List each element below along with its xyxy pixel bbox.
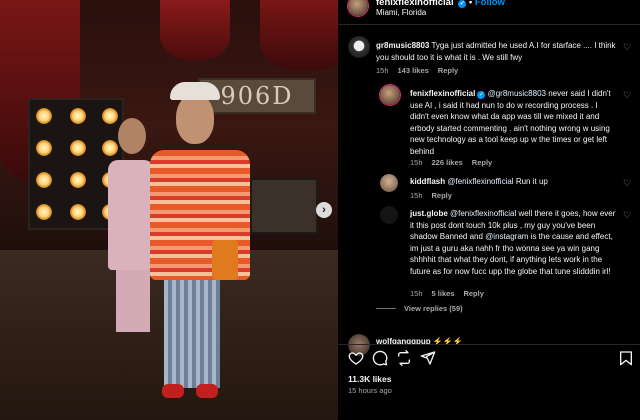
comment-username[interactable]: fenixflexinofficial bbox=[410, 89, 475, 98]
person-right-bag bbox=[212, 240, 238, 280]
comment-text: fenixflexinofficial ✓ @gr8music8803 never… bbox=[410, 89, 611, 156]
heart-icon[interactable]: ♡ bbox=[622, 42, 632, 52]
heart-icon[interactable]: ♡ bbox=[622, 210, 632, 220]
comment-username[interactable]: gr8music8803 bbox=[376, 41, 429, 50]
comment-username[interactable]: just.globe bbox=[410, 209, 448, 218]
curtain-top bbox=[160, 0, 230, 60]
comment-meta: 15h 143 likes Reply bbox=[376, 66, 459, 75]
author-avatar[interactable] bbox=[347, 0, 369, 17]
actions-divider bbox=[338, 344, 640, 345]
post-location[interactable]: Miami, Florida bbox=[376, 8, 426, 17]
bookmark-icon[interactable] bbox=[618, 350, 634, 366]
follow-button[interactable]: Follow bbox=[475, 0, 505, 8]
person-left-head bbox=[118, 118, 146, 154]
comment-likes[interactable]: 143 likes bbox=[398, 66, 429, 75]
comment-meta: 15h Reply bbox=[410, 191, 452, 200]
person-right-head bbox=[176, 94, 214, 144]
heart-icon[interactable]: ♡ bbox=[622, 178, 632, 188]
comment-icon[interactable] bbox=[372, 350, 388, 366]
header-divider bbox=[338, 24, 640, 25]
comment-meta: 15h 226 likes Reply bbox=[410, 158, 493, 167]
post-header: fenixflexinofficial ✓ • Follow Miami, Fl… bbox=[338, 0, 640, 24]
comment-mention[interactable]: @gr8music8803 bbox=[488, 89, 546, 98]
comment-mention[interactable]: @fenixflexinofficial bbox=[447, 177, 513, 186]
author-username[interactable]: fenixflexinofficial bbox=[376, 0, 454, 8]
comment-mention[interactable]: @instagram bbox=[485, 232, 528, 241]
reply-button[interactable]: Reply bbox=[472, 158, 492, 167]
heart-icon[interactable] bbox=[348, 350, 364, 366]
comment-mention[interactable]: @fenixflexinofficial bbox=[450, 209, 516, 218]
person-left-body bbox=[108, 160, 154, 270]
send-icon[interactable] bbox=[420, 350, 436, 366]
comment-likes[interactable]: 5 likes bbox=[432, 289, 455, 298]
reply-button[interactable]: Reply bbox=[432, 191, 452, 200]
comment-text: gr8music8803 Tyga just admitted he used … bbox=[376, 41, 616, 62]
person-right-shoe-right bbox=[196, 384, 218, 398]
verified-badge-icon: ✓ bbox=[458, 0, 467, 8]
comment-text: just.globe @fenixflexinofficial well the… bbox=[410, 209, 616, 276]
post-image[interactable]: 906D › bbox=[0, 0, 338, 420]
reply-button[interactable]: Reply bbox=[463, 289, 483, 298]
action-bar bbox=[348, 350, 638, 366]
view-replies-button[interactable]: View replies (59) bbox=[376, 304, 463, 313]
comment-meta: 15h 5 likes Reply bbox=[410, 289, 484, 298]
reply-button[interactable]: Reply bbox=[438, 66, 458, 75]
replies-line bbox=[376, 308, 396, 309]
comment-text: wolfganggpup ⚡⚡⚡ bbox=[376, 337, 463, 344]
post-likes-count[interactable]: 11.3K likes bbox=[348, 374, 391, 384]
chevron-right-icon[interactable]: › bbox=[316, 202, 332, 218]
person-right-shoe-left bbox=[162, 384, 184, 398]
curtain-right bbox=[260, 0, 338, 70]
person-left-legs bbox=[116, 268, 150, 332]
commenter-avatar[interactable] bbox=[348, 36, 370, 58]
author-line: fenixflexinofficial ✓ • Follow bbox=[376, 0, 505, 8]
share-icon[interactable] bbox=[396, 350, 412, 366]
comments-panel: fenixflexinofficial ✓ • Follow Miami, Fl… bbox=[338, 0, 640, 420]
follow-separator: • bbox=[468, 0, 473, 8]
amplifier bbox=[250, 178, 318, 234]
post-timestamp: 15 hours ago bbox=[348, 386, 392, 395]
verified-badge-icon: ✓ bbox=[477, 91, 486, 99]
comment-username[interactable]: wolfganggpup bbox=[376, 337, 431, 344]
reply-avatar[interactable] bbox=[380, 174, 398, 192]
comment-text: kiddflash @fenixflexinofficial Run it up bbox=[410, 177, 548, 186]
comment-likes[interactable]: 226 likes bbox=[432, 158, 463, 167]
reply-avatar[interactable] bbox=[380, 206, 398, 224]
reply-avatar[interactable] bbox=[379, 84, 401, 106]
person-right-legs bbox=[164, 278, 220, 388]
heart-icon[interactable]: ♡ bbox=[622, 90, 632, 100]
comment-username[interactable]: kiddflash bbox=[410, 177, 445, 186]
person-right-hat bbox=[170, 82, 220, 100]
